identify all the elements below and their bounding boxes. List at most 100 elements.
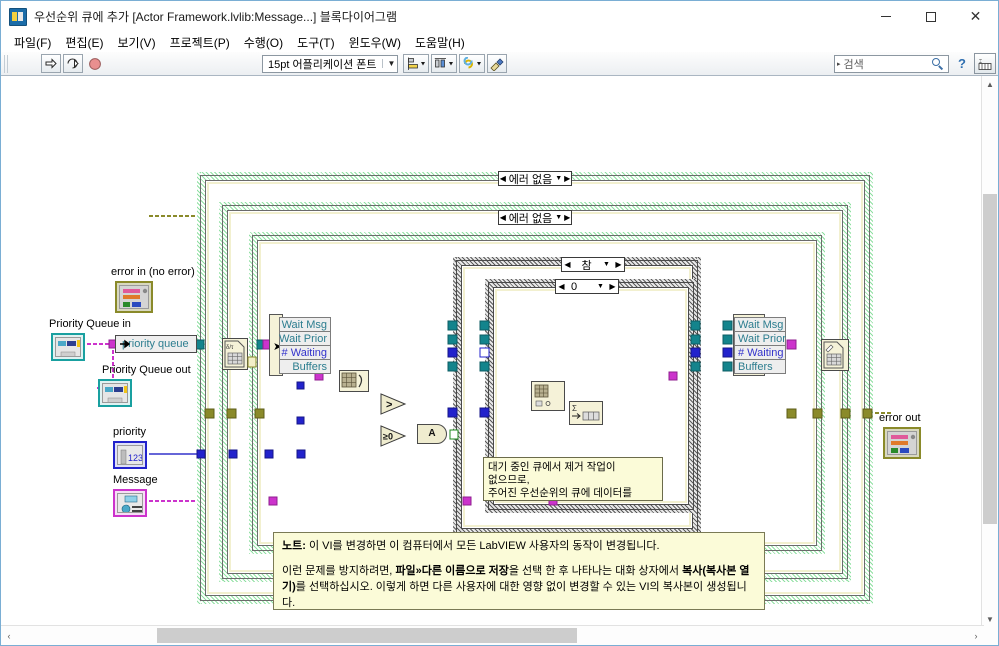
run-continuously-button[interactable] <box>63 54 83 73</box>
svg-text:>: > <box>386 399 392 411</box>
true-case-selector[interactable]: ◀ 참 ▼ ▶ <box>561 257 625 272</box>
scroll-up-button[interactable]: ▲ <box>982 76 998 92</box>
menu-help[interactable]: 도움말(H) <box>408 33 472 52</box>
svg-text:123: 123 <box>128 453 143 463</box>
cluster-row-wait-prior[interactable]: Wait Prior <box>734 331 786 346</box>
vertical-scrollbar[interactable]: ▲ ▼ <box>981 76 998 627</box>
block-diagram-canvas[interactable]: ◀ 에러 없음 ▼ ▶ ◀ 에러 없음 ▼ ▶ ◀ 참 ▼ ▶ ◀ 0 ▼ ▶ … <box>1 76 983 627</box>
message-label: Message <box>113 474 158 486</box>
cluster-row-num-waiting[interactable]: # Waiting <box>734 345 786 360</box>
cluster-row-wait-prior[interactable]: Wait Prior <box>279 331 331 346</box>
case-next-arrow-icon[interactable]: ▶ <box>563 211 571 224</box>
outer-case-selector[interactable]: ◀ 에러 없음 ▼ ▶ <box>498 171 572 186</box>
reorder-button[interactable] <box>459 54 486 73</box>
case-prev-arrow-icon[interactable]: ◀ <box>556 280 567 293</box>
vertical-scroll-thumb[interactable] <box>983 194 997 524</box>
svg-text:Σ: Σ <box>572 404 577 413</box>
and-node-label: A <box>428 428 436 439</box>
note-label: 노트: <box>282 540 306 552</box>
cluster-row-wait-msg[interactable]: Wait Msg <box>279 317 331 332</box>
greater-than-node[interactable]: > <box>379 393 411 420</box>
menu-tools[interactable]: 도구(T) <box>290 33 341 52</box>
cluster-item-label: Wait Msg <box>281 318 327 331</box>
menu-view[interactable]: 보기(V) <box>110 33 162 52</box>
run-button[interactable] <box>41 54 61 73</box>
greater-equal-zero-node[interactable]: ≥0 <box>379 425 411 452</box>
align-objects-button[interactable] <box>403 54 430 73</box>
error-stub-icon <box>247 356 257 368</box>
minimize-button[interactable] <box>863 1 908 32</box>
cluster-row-buffers[interactable]: Buffers <box>734 359 786 374</box>
search-icon[interactable] <box>932 57 945 71</box>
svg-text:≥0: ≥0 <box>383 432 393 442</box>
window-title: 우선순위 큐에 추가 [Actor Framework.lvlib:Messag… <box>34 10 397 24</box>
cluster-row-wait-msg[interactable]: Wait Msg <box>734 317 786 332</box>
labview-block-diagram-window: 우선순위 큐에 추가 [Actor Framework.lvlib:Messag… <box>0 0 999 646</box>
menu-project[interactable]: 프로젝트(P) <box>163 33 237 52</box>
menu-window[interactable]: 윈도우(W) <box>342 33 408 52</box>
insert-into-array-node[interactable]: Σ <box>569 401 603 425</box>
search-box[interactable]: ▸ 검색 <box>834 55 949 73</box>
zero-case-selector[interactable]: ◀ 0 ▼ ▶ <box>555 279 619 294</box>
cluster-item-label: Buffers <box>738 360 773 373</box>
title-bar: 우선순위 큐에 추가 [Actor Framework.lvlib:Messag… <box>1 1 998 32</box>
case-next-arrow-icon[interactable]: ▶ <box>613 258 624 271</box>
case-prev-arrow-icon[interactable]: ◀ <box>499 211 507 224</box>
priority-label: priority <box>113 426 147 438</box>
abort-execution-button[interactable] <box>85 54 105 73</box>
distribute-objects-button[interactable] <box>431 54 458 73</box>
note-p2-c: 을 선택 한 후 나타나는 대화 상자에서 <box>508 564 683 577</box>
cluster-row-num-waiting[interactable]: # Waiting <box>279 345 331 360</box>
priority-queue-out-label: Priority Queue out <box>102 364 191 376</box>
maximize-button[interactable] <box>908 1 953 32</box>
toolbar-grip[interactable] <box>4 54 10 73</box>
cluster-item-label: # Waiting <box>281 346 327 359</box>
arrow-icon <box>120 339 131 349</box>
cluster-item-label: Wait Prior <box>279 332 327 345</box>
horizontal-scroll-thumb[interactable] <box>157 628 577 643</box>
chevron-down-icon[interactable]: ▼ <box>600 261 613 268</box>
scroll-left-button[interactable]: ‹ <box>1 626 17 645</box>
horizontal-scrollbar[interactable]: ‹ › <box>1 625 984 645</box>
help-button[interactable]: ? <box>953 54 971 73</box>
search-input[interactable]: 검색 <box>844 56 932 72</box>
search-dropdown-icon[interactable]: ▸ <box>835 60 844 68</box>
note-line1: 이 VI를 변경하면 이 컴퓨터에서 모든 LabVIEW 사용자의 동작이 변… <box>305 540 660 552</box>
second-case-selector[interactable]: ◀ 에러 없음 ▼ ▶ <box>498 210 572 225</box>
vi-note-box[interactable]: 노트: 이 VI를 변경하면 이 컴퓨터에서 모든 LabVIEW 사용자의 동… <box>273 532 765 610</box>
context-help-button[interactable]: ⌶ <box>974 53 996 74</box>
chevron-down-icon: ▼ <box>382 59 395 68</box>
note-p2-a: 이런 문제를 방지하려면, <box>282 564 396 577</box>
case-prev-arrow-icon[interactable]: ◀ <box>562 258 573 271</box>
enqueue-element-node[interactable] <box>531 381 565 411</box>
case-selector-label: 에러 없음 <box>508 173 553 186</box>
menu-bar: 파일(F) 편집(E) 보기(V) 프로젝트(P) 수행(O) 도구(T) 윈도… <box>1 32 998 52</box>
font-selector[interactable]: 15pt 어플리케이션 폰트 ▼ <box>262 54 399 73</box>
and-node[interactable]: A <box>417 424 447 444</box>
write-queue-node[interactable] <box>821 339 849 371</box>
case-selector-label: 참 <box>581 259 592 272</box>
chevron-down-icon[interactable]: ▼ <box>554 214 563 221</box>
close-button[interactable]: ✕ <box>953 1 998 32</box>
scroll-down-button[interactable]: ▼ <box>982 611 998 627</box>
cluster-row-buffers[interactable]: Buffers <box>279 359 331 374</box>
menu-file[interactable]: 파일(F) <box>7 33 58 52</box>
case-prev-arrow-icon[interactable]: ◀ <box>499 172 507 185</box>
chevron-down-icon[interactable]: ▼ <box>554 175 563 182</box>
error-out-label: error out <box>879 412 921 424</box>
diagram-comment[interactable]: 대기 중인 큐에서 제거 작업이 없으므로, 주어진 우선순위의 큐에 데이터를… <box>483 457 663 501</box>
case-next-arrow-icon[interactable]: ▶ <box>563 172 571 185</box>
font-selector-label: 15pt 어플리케이션 폰트 <box>268 58 377 71</box>
svg-text:δ/τ: δ/τ <box>226 345 234 351</box>
menu-operate[interactable]: 수행(O) <box>237 33 290 52</box>
note-p2-e: 를 선택하십시오. 이렇게 하면 다른 사용자에 대한 영향 없이 변경할 수 … <box>282 580 747 609</box>
cluster-item-label: Wait Msg <box>738 318 784 331</box>
case-next-arrow-icon[interactable]: ▶ <box>607 280 618 293</box>
chevron-down-icon[interactable]: ▼ <box>594 283 607 290</box>
note-p2-b: 파일»다른 이름으로 저장 <box>395 564 509 577</box>
cluster-item-label: Buffers <box>292 360 327 373</box>
menu-edit[interactable]: 편집(E) <box>58 33 110 52</box>
obtain-queue-node[interactable]: δ/τ <box>222 338 248 370</box>
index-array-node[interactable] <box>339 370 369 392</box>
clean-up-diagram-button[interactable] <box>487 54 508 73</box>
